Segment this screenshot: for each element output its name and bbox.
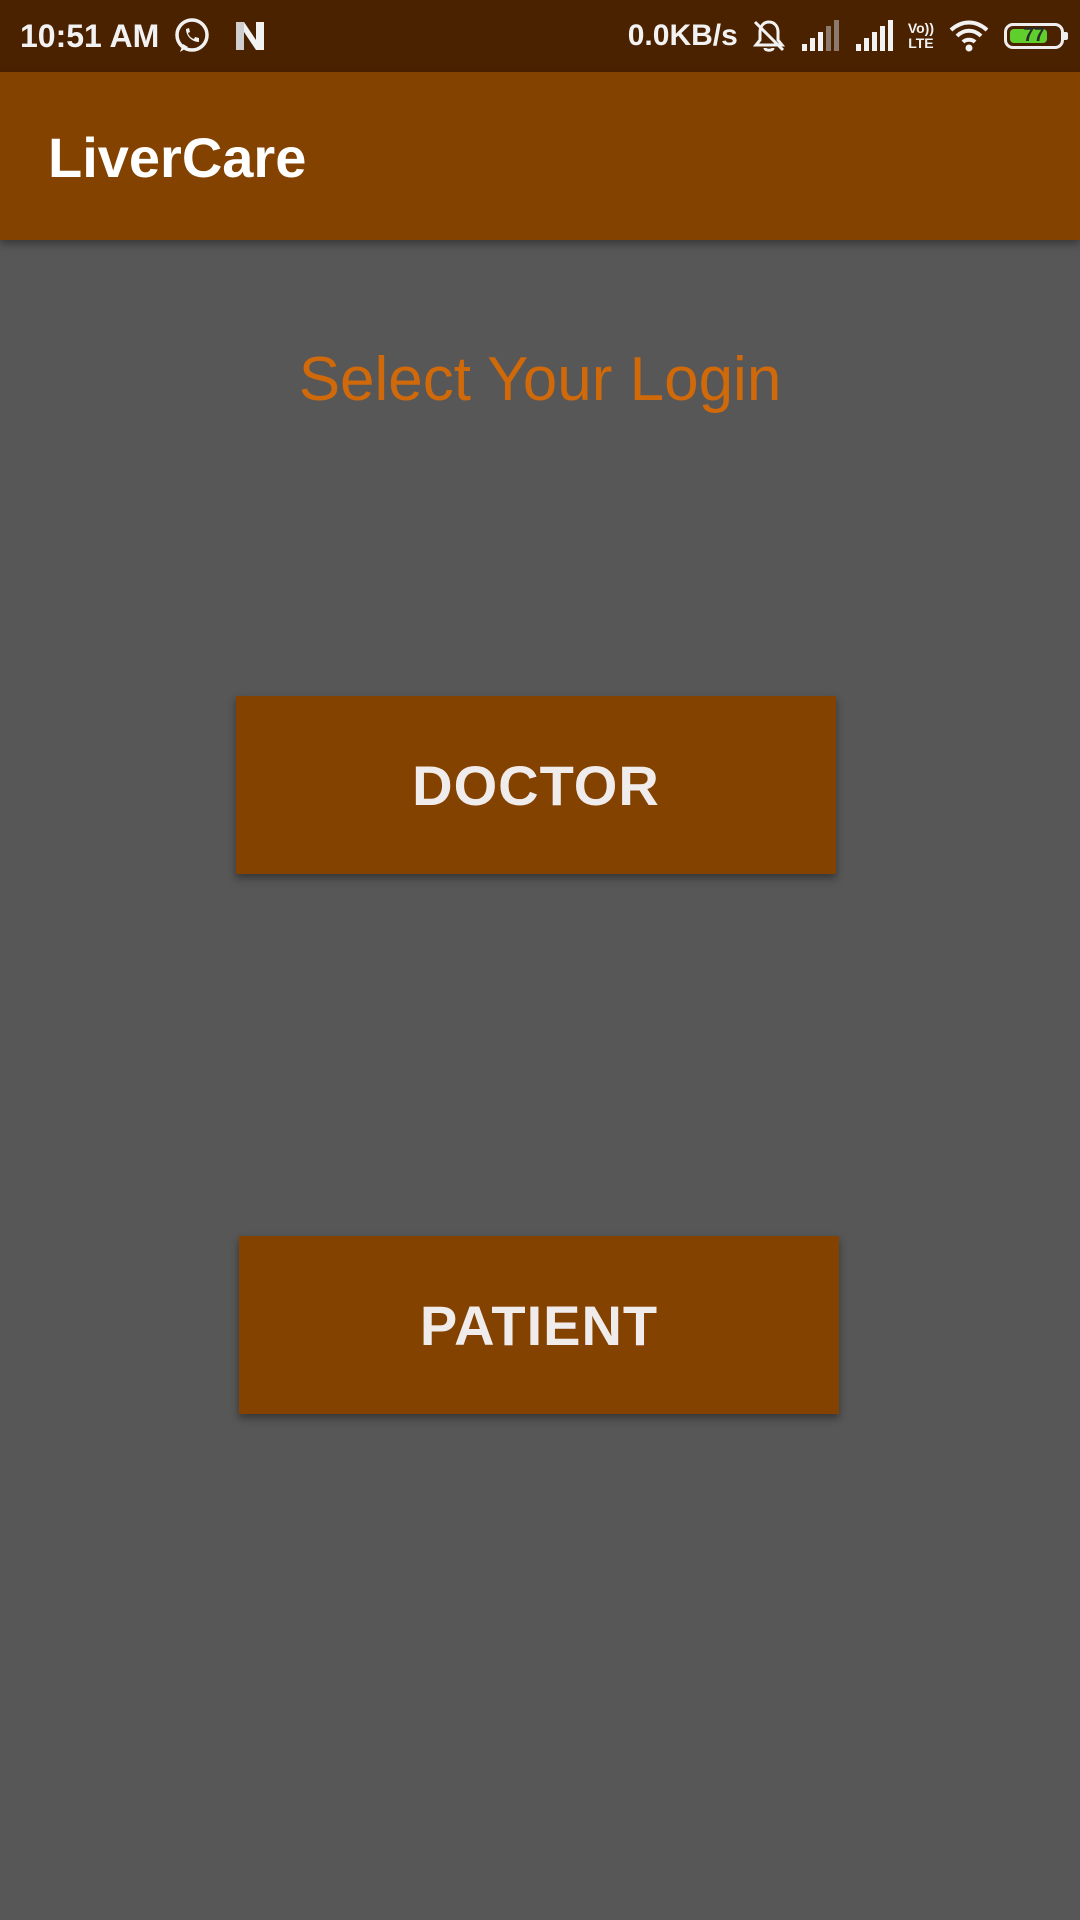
- network-speed: 0.0KB/s: [627, 19, 738, 52]
- page-heading: Select Your Login: [298, 345, 782, 414]
- notification-n-icon: [236, 22, 264, 50]
- doctor-login-button[interactable]: DOCTOR: [236, 696, 836, 874]
- status-right-icons: 0.0KB/s Vo)) LTE 77: [627, 14, 1068, 58]
- patient-login-button[interactable]: PATIENT: [239, 1236, 839, 1414]
- volte-icon: Vo)) LTE: [907, 20, 934, 51]
- battery-level: 77: [1023, 25, 1045, 46]
- app-bar: LiverCare: [0, 72, 1080, 240]
- status-bar: 10:51 AM 0.0KB/s Vo)) LTE 77: [0, 0, 1080, 72]
- battery-icon: 77: [1004, 23, 1068, 49]
- bell-off-icon: [752, 20, 785, 52]
- whatsapp-icon: [175, 18, 209, 52]
- battery-tip: [1064, 32, 1068, 40]
- status-left-icons: [172, 14, 268, 58]
- wifi-icon: [949, 20, 989, 52]
- app-title: LiverCare: [48, 126, 307, 189]
- signal-icon: [855, 20, 893, 51]
- status-time: 10:51 AM: [20, 18, 160, 54]
- signal-icon: [801, 20, 839, 51]
